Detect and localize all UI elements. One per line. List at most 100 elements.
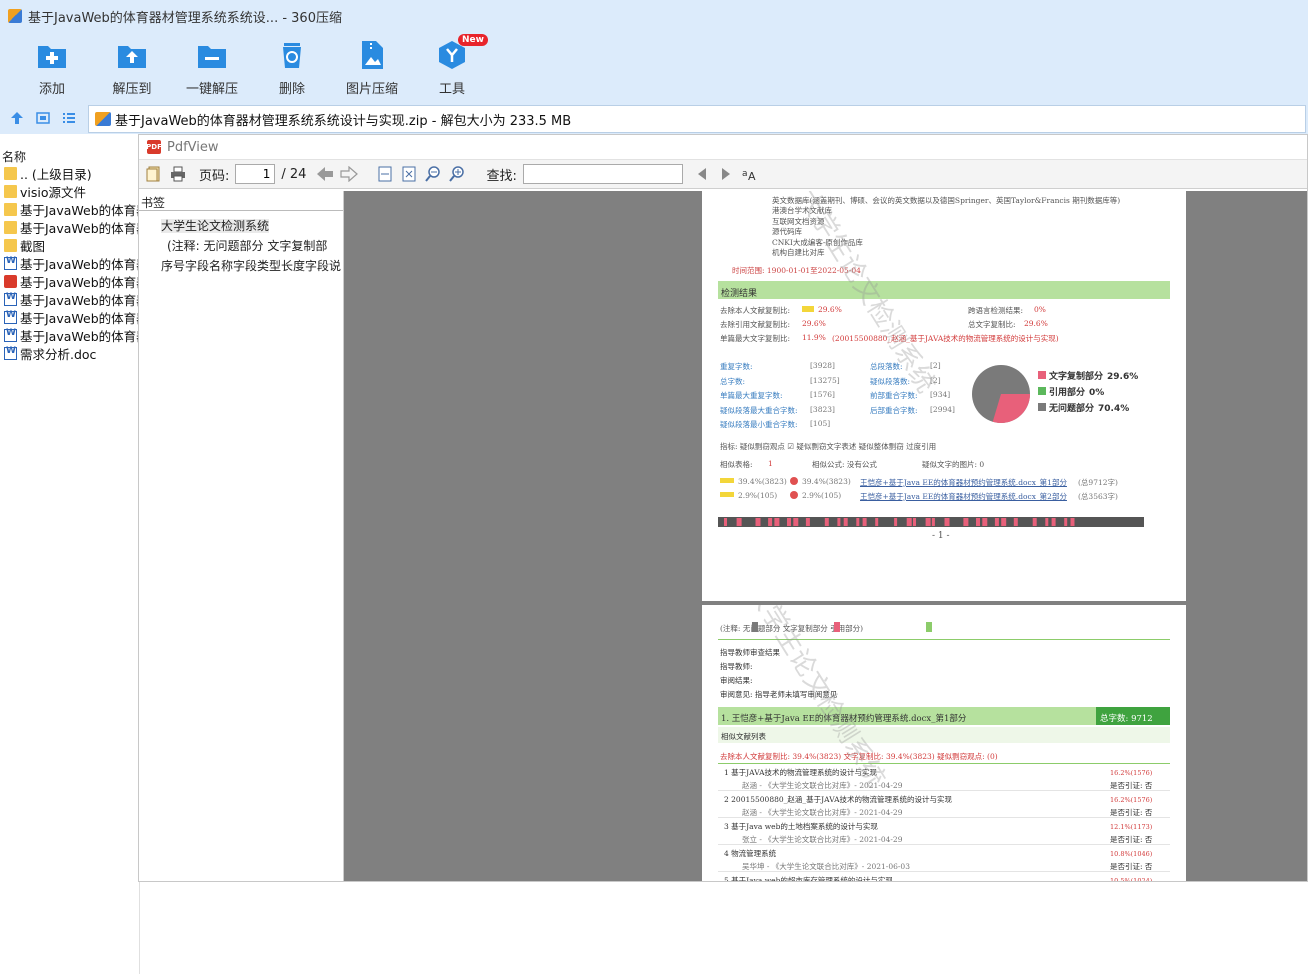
similar-images: 疑似文字的图片: 0 <box>922 460 985 469</box>
file-row[interactable]: 基于JavaWeb的体育器 <box>0 290 139 308</box>
svg-text:A: A <box>748 170 756 182</box>
database-line: 机构自建比对库 <box>772 248 825 257</box>
stat-value: [2994] <box>930 404 955 414</box>
file-row[interactable]: 基于JavaWeb的体育器 <box>0 200 139 218</box>
file-row[interactable]: 基于JavaWeb的体育器 <box>0 308 139 326</box>
one-click-extract-button[interactable]: 一键解压 <box>172 32 252 104</box>
strip-segment <box>1051 518 1056 526</box>
bookmark-item[interactable]: 大学生论文检测系统 <box>139 215 343 235</box>
section-title: 检测结果 <box>721 289 758 299</box>
zip-icon <box>95 112 111 126</box>
bookmark-item[interactable]: 序号字段名称字段类型长度字段说 <box>139 255 343 275</box>
ref-title: 5 基于Java web的超市库存管理系统的设计与实现 <box>724 876 893 881</box>
strip-segment <box>736 518 742 526</box>
tools-button[interactable]: New 工具 <box>412 32 492 104</box>
ref-percent: 10.8%(1046) <box>1110 850 1153 858</box>
add-label: 添加 <box>38 82 65 97</box>
image-compress-icon <box>356 40 388 70</box>
strip-segment <box>1032 518 1037 526</box>
thumbnail-view-icon[interactable] <box>36 111 50 128</box>
delete-button[interactable]: 删除 <box>252 32 332 104</box>
extract-to-button[interactable]: 解压到 <box>92 32 172 104</box>
result-pie-chart <box>972 365 1030 423</box>
address-path: 基于JavaWeb的体育器材管理系统系统设计与实现.zip - 解包大小为 23… <box>115 113 572 129</box>
file-row[interactable]: 基于JavaWeb的体育器 <box>0 272 139 290</box>
strip-segment <box>982 518 988 526</box>
legend-value: 0% <box>1089 388 1105 398</box>
fit-page-icon[interactable] <box>400 165 418 183</box>
list-view-icon[interactable] <box>62 111 76 128</box>
image-compress-button[interactable]: 图片压缩 <box>332 32 412 104</box>
column-header-name[interactable]: 名称 <box>0 134 139 164</box>
database-line: 源代码库 <box>772 227 802 237</box>
strip-segment <box>774 518 780 526</box>
stat-value: [13275] <box>810 375 840 385</box>
file-row[interactable]: 基于JavaWeb的体育器 <box>0 218 139 236</box>
strip-segment <box>906 518 912 526</box>
file-name: .. (上级目录) <box>20 166 92 182</box>
prev-page-icon[interactable] <box>316 165 334 183</box>
file-name: 基于JavaWeb的体育器 <box>20 292 140 308</box>
pdf-viewer[interactable]: 英文数据库(涵盖期刊、博硕、会议的英文数据以及德国Springer、英国Tayl… <box>344 191 1307 881</box>
find-input[interactable] <box>522 164 683 184</box>
similar-list-bar <box>718 727 1170 743</box>
legend-label: 无问题部分 <box>1049 404 1095 414</box>
file-row[interactable]: visio源文件 <box>0 182 139 200</box>
zoom-in-icon[interactable] <box>448 165 466 183</box>
stat-value: [934] <box>930 390 951 400</box>
strip-segment <box>944 518 950 526</box>
bookmark-item[interactable]: (注释: 无问题部分 文字复制部 <box>139 235 343 255</box>
page-number-input[interactable] <box>235 164 276 184</box>
open-file-icon[interactable] <box>145 165 163 183</box>
stat-label: 总字数: <box>720 376 746 386</box>
one-click-extract-label: 一键解压 <box>185 82 238 97</box>
file-name: 基于JavaWeb的体育器 <box>20 274 140 290</box>
divider <box>718 817 1170 818</box>
source-icon <box>790 477 798 485</box>
next-page-icon[interactable] <box>340 165 359 183</box>
part-link[interactable]: 王恺彦+基于Java EE的体育器材预约管理系统.docx_第2部分 <box>860 491 1067 502</box>
zoom-out-icon[interactable] <box>424 165 442 183</box>
add-button[interactable]: 添加 <box>12 32 92 104</box>
pdfview-title: PdfView <box>167 139 219 155</box>
review-title: 指导教师审查结果 <box>720 648 780 657</box>
pdf-page-1: 英文数据库(涵盖期刊、博硕、会议的英文数据以及德国Springer、英国Tayl… <box>702 191 1186 601</box>
strip-segment <box>894 518 898 526</box>
similarity-strip <box>718 517 1144 527</box>
find-prev-icon[interactable] <box>693 165 711 183</box>
find-next-icon[interactable] <box>717 165 735 183</box>
pdf-page-2: (注释: 无问题部分 文字复制部分 引用部分) 指导教师审查结果 指导教师: 审… <box>702 605 1186 881</box>
divider <box>718 844 1170 845</box>
part-total: 总字数: 9712 <box>1100 714 1153 724</box>
strip-segment <box>931 518 935 526</box>
file-row[interactable]: 基于JavaWeb的体育器 <box>0 254 139 272</box>
strip-segment <box>976 518 980 526</box>
page-label: 页码: <box>199 168 230 184</box>
print-icon[interactable] <box>169 165 187 183</box>
file-row[interactable]: 截图 <box>0 236 139 254</box>
file-row[interactable]: 需求分析.doc <box>0 344 139 362</box>
app-window: 基于JavaWeb的体育器材管理系统系统设... - 360压缩 添加 解压到 … <box>0 0 1308 974</box>
strip-segment <box>755 518 761 526</box>
ref-percent: 16.2%(1576) <box>1110 769 1153 777</box>
ratio-label: 去除本人文献复制比: <box>720 306 791 315</box>
review-result: 审阅结果: <box>720 676 753 685</box>
fit-width-icon[interactable] <box>376 165 394 183</box>
file-name: 基于JavaWeb的体育器 <box>20 202 140 218</box>
part-link[interactable]: 王恺彦+基于Java EE的体育器材预约管理系统.docx_第1部分 <box>860 477 1067 488</box>
up-arrow-icon[interactable] <box>10 111 24 128</box>
file-list: 名称 .. (上级目录) visio源文件 基于JavaWeb的体育器 基于JavaW… <box>0 134 140 974</box>
address-field[interactable]: 基于JavaWeb的体育器材管理系统系统设计与实现.zip - 解包大小为 23… <box>88 105 1306 133</box>
stat-value: [3928] <box>810 361 835 370</box>
legend-value: 29.6% <box>1107 372 1139 382</box>
section-bar <box>718 281 1170 299</box>
part-value: 39.4%(3823) <box>802 477 851 486</box>
legend-swatch-green <box>926 622 932 632</box>
text-options-icon[interactable]: aA <box>741 165 759 183</box>
legend-label: 文字复制部分 <box>1049 372 1104 382</box>
file-row[interactable]: .. (上级目录) <box>0 164 139 182</box>
file-name: 基于JavaWeb的体育器 <box>20 220 140 236</box>
legend-entry: 无问题部分 70.4% <box>1038 401 1138 417</box>
file-row[interactable]: 基于JavaWeb的体育器 <box>0 326 139 344</box>
strip-segment <box>724 518 727 526</box>
